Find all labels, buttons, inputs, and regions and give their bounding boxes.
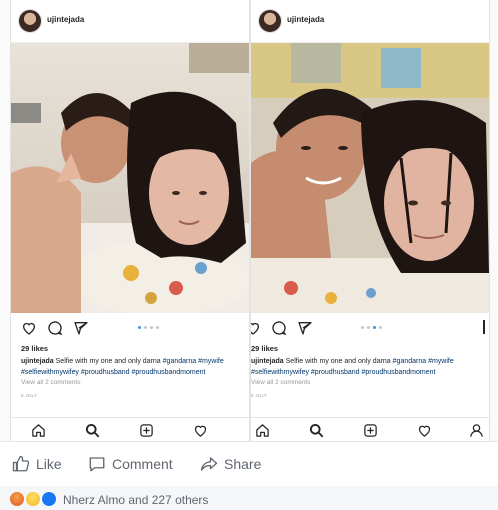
comment-icon[interactable]	[271, 320, 287, 336]
carousel-indicator	[138, 326, 159, 329]
carousel-dot	[361, 326, 364, 329]
caption-tags[interactable]: #selfiewithmywifey #proudhusband #proudh…	[21, 369, 205, 376]
bookmark-icon[interactable]	[483, 320, 485, 334]
share-button[interactable]: Share	[200, 454, 261, 474]
caption-tags[interactable]: #gandarna #mywife	[163, 358, 224, 365]
caption: ujintejada Selfie with my one and only d…	[251, 356, 483, 378]
share-label: Share	[224, 456, 262, 472]
post-actions	[251, 318, 489, 338]
comment-button[interactable]: Comment	[88, 454, 173, 474]
home-icon[interactable]	[255, 423, 270, 438]
search-icon[interactable]	[85, 423, 100, 438]
caption-username[interactable]: ujintejada	[251, 358, 284, 365]
share-icon[interactable]	[73, 320, 89, 336]
carousel-indicator	[361, 326, 382, 329]
username[interactable]: ujintejada	[47, 15, 84, 24]
like-button[interactable]: Like	[12, 454, 62, 474]
profile-icon[interactable]	[469, 423, 484, 438]
view-comments-link[interactable]: View all 2 comments	[251, 379, 311, 386]
carousel-dot	[150, 326, 153, 329]
thumbs-up-icon	[12, 455, 30, 472]
likes-count[interactable]: 29 likes	[21, 344, 48, 353]
activity-icon[interactable]	[193, 423, 208, 438]
caption-text: Selfie with my one and only darna	[285, 358, 391, 365]
avatar[interactable]	[19, 10, 41, 32]
instagram-screenshot-collage: ujintejada 29 likes ujintejada Selfie wi…	[0, 0, 498, 441]
facebook-action-bar: Like Comment Share	[0, 441, 498, 487]
caption: ujintejada Selfie with my one and only d…	[21, 356, 249, 378]
view-comments-link[interactable]: View all 2 comments	[21, 379, 81, 386]
bottom-nav	[251, 417, 489, 441]
post-photo[interactable]	[11, 43, 249, 313]
likes-count[interactable]: 29 likes	[251, 344, 278, 353]
caption-tags[interactable]: #gandarna #mywife	[393, 358, 454, 365]
caption-text: Selfie with my one and only darna	[55, 358, 161, 365]
post-actions	[11, 318, 249, 338]
like-label: Like	[36, 456, 62, 472]
comment-label: Comment	[112, 456, 173, 472]
heart-icon[interactable]	[21, 320, 37, 336]
caption-username[interactable]: ujintejada	[21, 358, 54, 365]
bottom-nav	[11, 417, 249, 441]
comment-icon[interactable]	[47, 320, 63, 336]
post-header: ujintejada	[11, 0, 249, 43]
reactions-summary[interactable]: Nherz Almo and 227 others	[0, 486, 498, 510]
activity-icon[interactable]	[417, 423, 432, 438]
add-post-icon[interactable]	[363, 423, 378, 438]
username[interactable]: ujintejada	[287, 15, 324, 24]
add-post-icon[interactable]	[139, 423, 154, 438]
share-icon[interactable]	[297, 320, 313, 336]
home-icon[interactable]	[31, 423, 46, 438]
comment-bubble-icon	[89, 457, 105, 472]
share-arrow-icon	[200, 457, 218, 471]
sad-reaction-icon	[26, 492, 40, 506]
heart-icon[interactable]	[250, 320, 261, 336]
search-icon[interactable]	[309, 423, 324, 438]
carousel-dot	[144, 326, 147, 329]
avatar[interactable]	[259, 10, 281, 32]
angry-reaction-icon	[10, 492, 24, 506]
carousel-dot	[156, 326, 159, 329]
carousel-dot	[367, 326, 370, 329]
carousel-dot	[138, 326, 141, 329]
instagram-post-left: ujintejada 29 likes ujintejada Selfie wi…	[10, 0, 250, 441]
like-reaction-icon	[42, 492, 56, 506]
post-date: 5 JULY	[251, 393, 268, 398]
carousel-dot	[373, 326, 376, 329]
instagram-post-right: ujintejada 29 likes ujintejada Selfie wi…	[250, 0, 490, 441]
reaction-summary-text[interactable]: Nherz Almo and 227 others	[63, 493, 208, 507]
caption-tags[interactable]: #selfiewithmywifey #proudhusband #proudh…	[251, 369, 435, 376]
post-date: 5 JULY	[21, 393, 38, 398]
post-photo[interactable]	[251, 43, 489, 313]
post-header: ujintejada	[251, 0, 489, 43]
carousel-dot	[379, 326, 382, 329]
